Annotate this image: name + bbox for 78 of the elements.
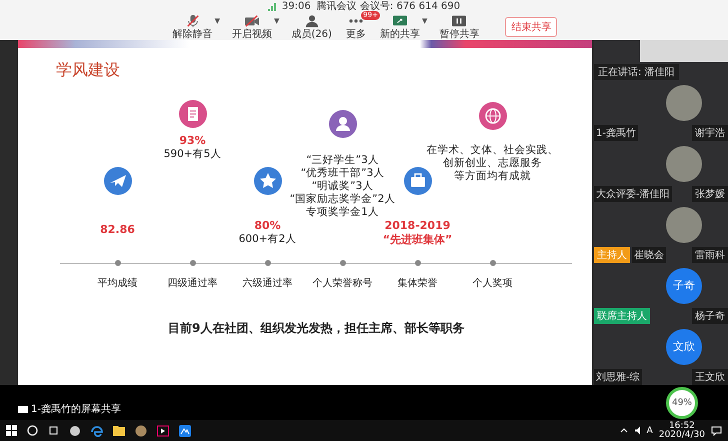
network-meter: 49% (666, 387, 698, 419)
stat-note: “优秀班干部”3人 (300, 167, 384, 180)
timeline-label: 个人荣誉称号 (312, 276, 372, 290)
participant-name: 谢宇浩 (692, 124, 728, 141)
chevron-up-icon[interactable] (620, 428, 628, 433)
stat-note: 590+有5人 (164, 148, 222, 161)
toolbar-button[interactable]: 新的共享 (378, 14, 422, 40)
folder-icon[interactable] (113, 425, 125, 436)
participant-label: 1-龚禹竹 (594, 124, 638, 141)
windows-icon[interactable] (6, 425, 17, 436)
toolbar-button[interactable]: 解除静音 (170, 14, 215, 40)
taskbar-clock[interactable]: 16:52 2020/4/30 (658, 422, 705, 440)
speaking-indicator: 正在讲话: 潘佳阳 (594, 64, 679, 80)
role-badge: 主持人 (594, 246, 630, 263)
app-icon[interactable] (69, 424, 81, 436)
signal-icon (268, 3, 276, 11)
search-icon[interactable] (27, 425, 38, 436)
role-badge: 联席主持人 (594, 308, 650, 324)
timeline-dot (490, 260, 496, 266)
avatar: 文欣 (666, 328, 702, 365)
timeline-label: 个人奖项 (472, 277, 512, 290)
avatar-photo-placeholder (666, 84, 702, 121)
avatar-photo-placeholder (666, 146, 702, 182)
screen-share-label: 1-龚禹竹的屏幕共享 (31, 402, 121, 416)
more-icon (348, 19, 363, 23)
pause-screen-icon (451, 14, 468, 28)
timeline-label: 集体荣誉 (398, 276, 438, 290)
edge-icon[interactable] (91, 424, 103, 436)
participant-name: 王文欣 (692, 368, 728, 385)
muted-mic-icon (186, 14, 200, 28)
camera-off-icon (244, 14, 260, 28)
stat-note: 创新创业、志愿服务 (443, 157, 542, 170)
task-view-icon[interactable] (48, 425, 59, 436)
toolbar-button[interactable]: 暂停共享 (437, 14, 482, 40)
stat-value: “先进班集体” (382, 233, 452, 247)
slide-title: 学风建设 (56, 60, 121, 80)
participant-name: 雷雨科 (692, 246, 728, 263)
participant-label: 大众评委-潘佳阳 (594, 186, 672, 202)
media-player-icon[interactable] (157, 424, 169, 436)
timeline-label: 六级通过率 (242, 276, 292, 290)
timeline-label: 四级通过率 (168, 276, 218, 290)
stat-note: 600+有2人 (238, 233, 296, 246)
timeline-dot (414, 260, 420, 266)
stat-note: “明诚奖”3人 (312, 180, 374, 193)
stat-value: 2018-2019 (384, 219, 450, 233)
stat-value: 93% (179, 134, 206, 148)
stat-note: 专项奖学金1人 (306, 206, 379, 219)
timeline-label: 平均成绩 (98, 276, 138, 290)
screen-icon (18, 406, 28, 412)
stat-note: 在学术、文体、社会实践、 (426, 144, 558, 157)
timeline-dot (190, 260, 196, 266)
end-share-button[interactable]: 结束共享 (505, 17, 558, 37)
timeline-dot (114, 260, 120, 266)
input-method-indicator[interactable]: A (646, 426, 653, 436)
meeting-app-icon[interactable] (179, 424, 191, 436)
people-icon (304, 14, 319, 28)
avatar-photo-placeholder (666, 206, 702, 243)
volume-icon[interactable] (634, 426, 641, 435)
toolbar-button[interactable]: 成员(26) (289, 14, 334, 40)
notification-icon[interactable] (711, 426, 722, 436)
toolbar-button[interactable]: 开启视频 (230, 14, 274, 40)
slide-footer-text: 目前9人在社团、组织发光发热，担任主席、部长等职务 (168, 320, 466, 337)
meeting-timer: 39:06 (282, 1, 311, 13)
participant-name: 张梦媛 (692, 186, 728, 202)
screen-share-icon (392, 14, 408, 28)
stat-note: “国家励志奖学金”2人 (290, 193, 396, 206)
stat-value: 82.86 (100, 223, 135, 237)
stat-value: 80% (254, 219, 281, 233)
avatar: 子奇 (666, 268, 702, 304)
meeting-info: 腾讯会议 会议号: 676 614 690 (316, 1, 460, 12)
timeline-dot (340, 260, 346, 266)
participant-label: 崔晓会 (632, 246, 666, 263)
stat-note: 等方面均有成就 (454, 170, 531, 183)
participant-label: 刘思雅-综 (594, 368, 642, 385)
timeline-dot (264, 260, 270, 266)
participant-name: 杨子奇 (692, 308, 728, 324)
stat-note: “三好学生”3人 (306, 154, 379, 167)
app-icon[interactable] (135, 424, 147, 436)
